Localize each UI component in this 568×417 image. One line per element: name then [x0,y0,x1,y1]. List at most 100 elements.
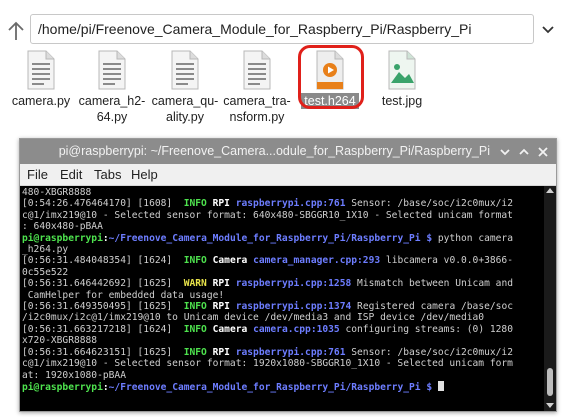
menu-file[interactable]: File [27,164,48,186]
window-title: pi@raspberrypi: ~/Freenove_Camera...odul… [58,144,490,158]
terminal-text-segment: at: 1920x1080-pBAA [22,369,126,381]
scroll-down-arrow-icon[interactable] [546,403,554,408]
go-up-button[interactable] [6,20,26,42]
terminal-line: /i2c0mux/i2c@1/imx219@10 to Unicam devic… [22,312,544,323]
highlight-ring [298,45,364,109]
terminal-line: CamHelper for embedded data usage! [22,290,544,301]
terminal-line: 480-XBGR8888 [22,187,544,198]
file-name: camera_h2- 64.py [78,94,146,124]
terminal-text-segment: configuring streams: (0) 1280 [339,323,513,335]
terminal-line: x720-XBGR8888 [22,335,544,346]
python-file-icon [97,50,127,90]
path-bar[interactable]: /home/pi/Freenove_Camera_Module_for_Rasp… [30,14,534,44]
path-text: /home/pi/Freenove_Camera_Module_for_Rasp… [38,21,472,37]
terminal-text-segment: pi@raspberrypi [22,232,103,244]
terminal-text-segment: Registered camera /base/soc [351,301,513,313]
terminal-text-segment: ~/Freenove_Camera_Module_for_Raspberry_P… [108,232,433,244]
terminal-text-segment: 480-XBGR8888 [22,187,92,198]
python-file-icon [242,50,272,90]
python-file-icon [170,50,200,90]
terminal-line: [0:56:31.663217218] [1624] INFO Camera c… [22,324,544,335]
terminal-text-segment: : 640x480-pBAA [22,221,103,233]
terminal-text-segment: INFO [183,323,207,335]
terminal-window: pi@raspberrypi: ~/Freenove_Camera...odul… [19,138,557,412]
path-history-dropdown[interactable] [540,22,556,38]
terminal-text-segment: ~/Freenove_Camera_Module_for_Raspberry_P… [108,381,433,393]
terminal-line: c@1/imx219@10 - Selected sensor format: … [22,358,544,369]
terminal-text-segment: CamHelper for embedded data usage! [22,289,225,301]
terminal-text-segment: camera_manager.cpp:293 [253,255,381,267]
scrollbar-thumb[interactable] [547,368,553,396]
chevron-up-icon [519,148,529,155]
terminal-line: pi@raspberrypi:~/Freenove_Camera_Module_… [22,380,544,393]
terminal-line: c@1/imx219@10 - Selected sensor format: … [22,210,544,221]
scroll-up-arrow-icon[interactable] [546,188,554,193]
terminal-line: at: 1920x1080-pBAA [22,370,544,381]
terminal-titlebar[interactable]: pi@raspberrypi: ~/Freenove_Camera...odul… [20,139,556,164]
terminal-line: _h264.py [22,244,544,255]
file-name: camera_qu- ality.py [151,94,219,124]
chevron-down-icon [500,149,510,156]
terminal-line: pi@raspberrypi:~/Freenove_Camera_Module_… [22,233,544,244]
minimize-button[interactable] [498,145,512,159]
close-button[interactable] [536,145,550,159]
terminal-line: 0c55e522 [22,267,544,278]
chevron-down-icon [542,26,554,34]
terminal-text-segment: INFO [183,346,207,358]
terminal-scrollbar[interactable] [544,186,556,411]
terminal-text-segment: RPI [212,278,230,290]
terminal-text-segment: raspberrypi.cpp:761 [235,346,346,358]
file-name: test.jpg [381,94,423,108]
terminal-text-segment: [0:56:31.649350495] [1625] [22,301,184,313]
terminal-text-segment: RPI [212,301,230,313]
terminal-menubar: File Edit Tabs Help [20,164,556,186]
menu-edit[interactable]: Edit [60,164,82,186]
terminal-text-segment: pi@raspberrypi [22,381,103,393]
file-item-camera-h264-py[interactable]: camera_h2- 64.py [76,50,148,125]
arrow-up-icon [8,21,24,40]
terminal-text-segment: libcamera v0.0.0+3866- [380,255,513,267]
terminal-text-segment: /i2c0mux/i2c@1/imx219@10 to Unicam devic… [22,312,485,324]
terminal-text-segment: c@1/imx219@10 - Selected sensor format: … [22,209,513,221]
close-icon [538,147,548,157]
terminal-text-segment: [0:56:31.484048354] [1624] [22,255,184,267]
terminal-text-segment: python camera [432,232,513,244]
terminal-text-segment: INFO [183,255,207,267]
file-item-test-jpg[interactable]: test.jpg [366,50,438,109]
terminal-text-segment: [0:56:31.663217218] [1624] [22,323,184,335]
terminal-text-segment: x720-XBGR8888 [22,335,98,347]
terminal-line: [0:56:31.646442692] [1625] WARN RPI rasp… [22,278,544,289]
terminal-text-segment: c@1/imx219@10 - Selected sensor format: … [22,358,513,370]
terminal-text-segment: RPI [212,346,230,358]
menu-tabs[interactable]: Tabs [94,164,121,186]
menu-help[interactable]: Help [131,164,158,186]
terminal-text-segment: INFO [183,301,207,313]
terminal-text-segment: 0c55e522 [22,266,69,278]
terminal-line: [0:56:31.664623151] [1625] INFO RPI rasp… [22,347,544,358]
terminal-text-segment: raspberrypi.cpp:761 [235,198,346,210]
terminal-text-segment: RPI [212,198,230,210]
file-item-camera-quality-py[interactable]: camera_qu- ality.py [149,50,221,125]
terminal-text-segment: INFO [183,198,207,210]
terminal-text-segment: _h264.py [22,244,69,256]
python-file-icon [26,50,56,90]
terminal-line: [0:56:31.484048354] [1624] INFO Camera c… [22,255,544,266]
terminal-text-segment: Mismatch between Unicam and [351,278,513,290]
terminal-output[interactable]: 480-XBGR8888 [0:54:26.476464170] [1608] I… [20,186,544,411]
terminal-text-segment: WARN [183,278,207,290]
terminal-line: [0:54:26.476464170] [1608] INFO RPI rasp… [22,198,544,209]
terminal-text-segment: [0:54:26.476464170] [1608] [22,198,184,210]
file-item-camera-transform-py[interactable]: camera_tra- nsform.py [221,50,293,125]
file-name: camera_tra- nsform.py [223,94,291,124]
terminal-text-segment: [0:56:31.646442692] [1625] [22,278,184,290]
terminal-text-segment: Camera [212,255,248,267]
terminal-line: [0:56:31.649350495] [1625] INFO RPI rasp… [22,301,544,312]
file-name: camera.py [11,94,71,108]
terminal-text-segment: Sensor: /base/soc/i2c0mux/i2 [345,346,513,358]
terminal-text-segment: [0:56:31.664623151] [1625] [22,346,184,358]
terminal-cursor [437,380,444,391]
terminal-text-segment: camera.cpp:1035 [253,323,340,335]
file-item-camera-py[interactable]: camera.py [5,50,77,109]
maximize-button[interactable] [517,145,531,159]
terminal-text-segment: Camera [212,323,248,335]
